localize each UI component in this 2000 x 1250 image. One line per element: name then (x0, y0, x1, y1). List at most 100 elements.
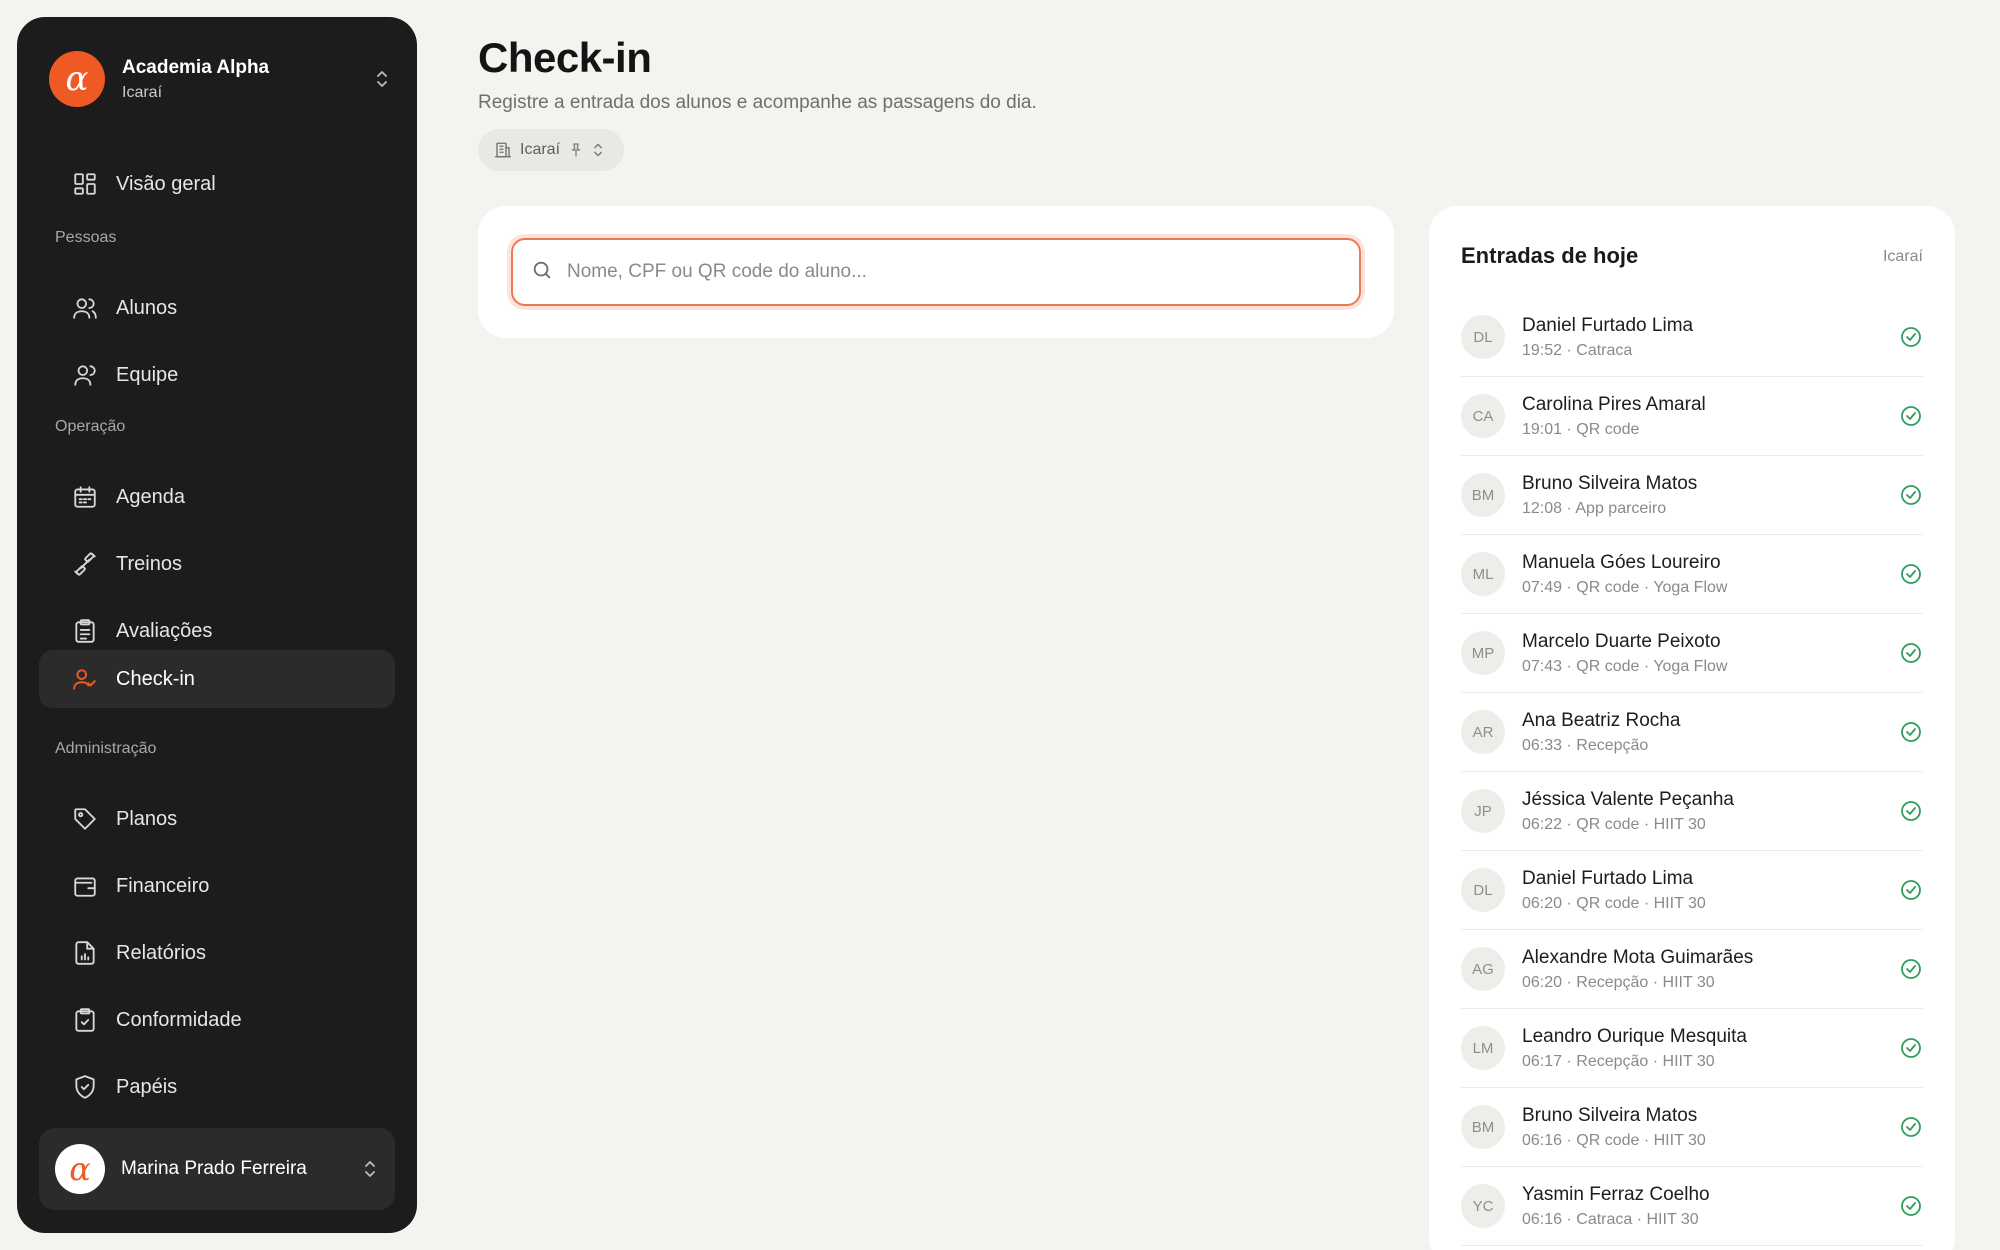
avatar: MP (1461, 631, 1505, 675)
avatar: AR (1461, 710, 1505, 754)
entry-text: Leandro Ourique Mesquita 06:17 · Recepçã… (1522, 1026, 1899, 1071)
user-menu[interactable]: α Marina Prado Ferreira (39, 1128, 395, 1210)
list-item[interactable]: BM Bruno Silveira Matos 12:08 · App parc… (1461, 456, 1923, 535)
nav-compliance[interactable]: Conformidade (39, 991, 395, 1049)
check-circle-icon (1899, 404, 1923, 428)
entry-name: Bruno Silveira Matos (1522, 472, 1698, 494)
org-info: Academia Alpha Icaraí (122, 57, 375, 102)
entries-panel: Entradas de hoje Icaraí DL Daniel Furtad… (1429, 206, 1955, 1250)
entry-text: Bruno Silveira Matos 12:08 · App parceir… (1522, 473, 1899, 518)
list-item[interactable]: CA Carolina Pires Amaral 19:01 · QR code (1461, 377, 1923, 456)
entry-name: Ana Beatriz Rocha (1522, 709, 1681, 731)
entry-meta: 06:20 · QR code · HIIT 30 (1522, 894, 1706, 912)
entry-meta: 06:20 · Recepção · HIIT 30 (1522, 973, 1715, 991)
list-item[interactable]: DL Daniel Furtado Lima 19:52 · Catraca (1461, 298, 1923, 377)
entry-text: Carolina Pires Amaral 19:01 · QR code (1522, 394, 1899, 439)
entry-text: Daniel Furtado Lima 06:20 · QR code · HI… (1522, 868, 1899, 913)
entry-name: Leandro Ourique Mesquita (1522, 1025, 1747, 1047)
check-circle-icon (1899, 720, 1923, 744)
entry-text: Daniel Furtado Lima 19:52 · Catraca (1522, 315, 1899, 360)
check-circle-icon (1899, 562, 1923, 586)
list-item[interactable]: MP Marcelo Duarte Peixoto 07:43 · QR cod… (1461, 614, 1923, 693)
entry-text: Manuela Góes Loureiro 07:49 · QR code · … (1522, 552, 1899, 597)
check-circle-icon (1899, 1194, 1923, 1218)
nav-label: Treinos (116, 552, 182, 575)
nav-workouts[interactable]: Treinos (39, 535, 395, 593)
list-item[interactable]: BM Bruno Silveira Matos 06:16 · QR code … (1461, 1088, 1923, 1167)
unit-selector[interactable]: Icaraí (478, 129, 625, 171)
page-subtitle: Registre a entrada dos alunos e acompanh… (478, 92, 1037, 113)
nav-checkin[interactable]: Check-in (39, 650, 395, 708)
nav-label: Papéis (116, 1075, 178, 1098)
entry-name: Jéssica Valente Peçanha (1522, 788, 1734, 810)
org-switcher[interactable]: α Academia Alpha Icaraí (49, 50, 389, 108)
entry-meta: 06:22 · QR code · HIIT 30 (1522, 815, 1706, 833)
entry-name: Yasmin Ferraz Coelho (1522, 1183, 1710, 1205)
chevron-updown-icon (375, 69, 389, 89)
user-name: Marina Prado Ferreira (121, 1158, 307, 1179)
entry-text: Yasmin Ferraz Coelho 06:16 · Catraca · H… (1522, 1184, 1899, 1229)
nav-finance[interactable]: Financeiro (39, 857, 395, 915)
avatar: AG (1461, 947, 1505, 991)
section-label-people: Pessoas (55, 229, 117, 246)
section-label-operation: Operação (55, 418, 126, 435)
nav-label: Relatórios (116, 941, 207, 964)
nav-label: Check-in (116, 667, 195, 690)
nav-students[interactable]: Alunos (39, 279, 395, 337)
nav-label: Alunos (116, 296, 178, 319)
entry-name: Daniel Furtado Lima (1522, 867, 1694, 889)
sidebar: α Academia Alpha Icaraí Visão geral Pess… (17, 17, 417, 1233)
user-check-icon (72, 666, 98, 692)
avatar: CA (1461, 394, 1505, 438)
nav-label: Agenda (116, 485, 185, 508)
clipboard-check-icon (72, 1007, 98, 1033)
nav-label: Conformidade (116, 1008, 242, 1031)
search-box[interactable] (511, 238, 1361, 306)
nav-schedule[interactable]: Agenda (39, 468, 395, 526)
search-card (478, 206, 1394, 338)
entry-meta: 12:08 · App parceiro (1522, 499, 1667, 517)
search-input[interactable] (567, 261, 1359, 283)
page-title: Check-in (478, 34, 652, 81)
pin-icon (568, 142, 584, 158)
entry-meta: 07:43 · QR code · Yoga Flow (1522, 657, 1728, 675)
avatar: BM (1461, 473, 1505, 517)
nav-overview[interactable]: Visão geral (39, 155, 395, 213)
entry-text: Marcelo Duarte Peixoto 07:43 · QR code ·… (1522, 631, 1899, 676)
chevron-updown-icon (363, 1159, 377, 1179)
nav-label: Equipe (116, 363, 179, 386)
nav-label: Visão geral (116, 172, 216, 195)
nav-plans[interactable]: Planos (39, 790, 395, 848)
list-item[interactable]: AR Ana Beatriz Rocha 06:33 · Recepção (1461, 693, 1923, 772)
shield-check-icon (72, 1074, 98, 1100)
list-item[interactable]: LM Leandro Ourique Mesquita 06:17 · Rece… (1461, 1009, 1923, 1088)
entry-text: Jéssica Valente Peçanha 06:22 · QR code … (1522, 789, 1899, 834)
chevron-updown-icon (592, 142, 604, 158)
entry-meta: 06:16 · Catraca · HIIT 30 (1522, 1210, 1699, 1228)
tag-icon (72, 806, 98, 832)
dashboard-icon (72, 171, 98, 197)
nav-reports[interactable]: Relatórios (39, 924, 395, 982)
building-icon (494, 141, 512, 159)
check-circle-icon (1899, 1036, 1923, 1060)
check-circle-icon (1899, 641, 1923, 665)
avatar: DL (1461, 315, 1505, 359)
list-item[interactable]: YC Yasmin Ferraz Coelho 06:16 · Catraca … (1461, 1167, 1923, 1246)
avatar: JP (1461, 789, 1505, 833)
nav-team[interactable]: Equipe (39, 346, 395, 404)
list-item[interactable]: ML Manuela Góes Loureiro 07:49 · QR code… (1461, 535, 1923, 614)
dumbbell-icon (72, 551, 98, 577)
list-item[interactable]: DL Daniel Furtado Lima 06:20 · QR code ·… (1461, 851, 1923, 930)
section-label-admin: Administração (55, 740, 157, 757)
entry-name: Marcelo Duarte Peixoto (1522, 630, 1721, 652)
list-item[interactable]: AG Alexandre Mota Guimarães 06:20 · Rece… (1461, 930, 1923, 1009)
calendar-icon (72, 484, 98, 510)
list-item[interactable]: JP Jéssica Valente Peçanha 06:22 · QR co… (1461, 772, 1923, 851)
avatar: BM (1461, 1105, 1505, 1149)
entry-meta: 06:17 · Recepção · HIIT 30 (1522, 1052, 1715, 1070)
avatar: ML (1461, 552, 1505, 596)
nav-roles[interactable]: Papéis (39, 1058, 395, 1116)
clipboard-icon (72, 618, 98, 644)
entry-name: Carolina Pires Amaral (1522, 393, 1706, 415)
entry-name: Daniel Furtado Lima (1522, 314, 1694, 336)
